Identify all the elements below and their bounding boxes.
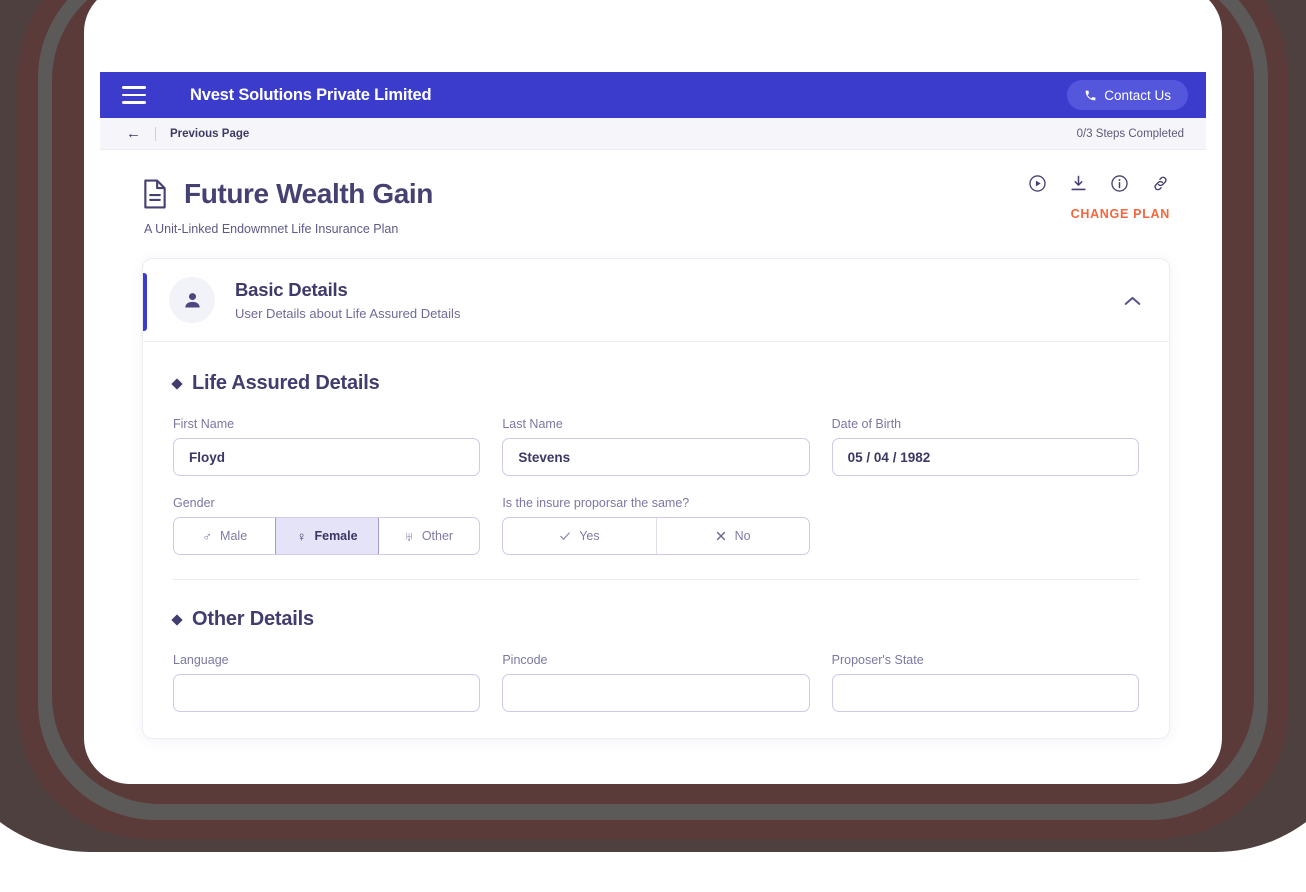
- insurer-same-field: Is the insure proporsar the same? Yes No: [502, 496, 810, 555]
- life-assured-group-label: Life Assured Details: [192, 372, 380, 394]
- phone-icon: [1085, 90, 1096, 100]
- insurer-same-option-yes-label: Yes: [579, 529, 600, 543]
- diamond-bullet-icon: [171, 613, 183, 626]
- gender-option-female-label: Female: [314, 529, 358, 543]
- device-shell: Nvest Solutions Private Limited Contact …: [84, 0, 1222, 784]
- gender-option-other[interactable]: ♅ Other: [378, 518, 479, 554]
- gender-option-female[interactable]: ♀ Female: [275, 518, 379, 554]
- first-name-label: First Name: [173, 417, 235, 431]
- section-subtitle: User Details about Life Assured Details: [235, 306, 461, 321]
- gender-insurer-row: Gender ♂ Male ♀ Female ♅ Other Is the in…: [173, 496, 1139, 555]
- pincode-label: Pincode: [502, 653, 548, 667]
- insurer-same-label: Is the insure proporsar the same?: [502, 496, 690, 510]
- download-icon[interactable]: [1069, 174, 1088, 193]
- plan-header: Future Wealth Gain A Unit-Linked Endowmn…: [100, 150, 1206, 236]
- pincode-field: Pincode: [502, 653, 810, 712]
- screenshot-stage: Nvest Solutions Private Limited Contact …: [0, 0, 1306, 892]
- app-screen: Nvest Solutions Private Limited Contact …: [100, 72, 1206, 770]
- gender-option-male-label: Male: [220, 529, 248, 543]
- gender-option-other-label: Other: [421, 529, 454, 543]
- plan-action-icons: [1028, 174, 1170, 193]
- insurer-same-option-no-label: No: [734, 529, 751, 543]
- gender-field: Gender ♂ Male ♀ Female ♅ Other: [173, 496, 481, 555]
- pincode-input[interactable]: [502, 674, 810, 712]
- link-icon[interactable]: [1151, 174, 1170, 193]
- other-details-group-title: Other Details: [171, 608, 1139, 631]
- steps-completed-status: 0/3 Steps Completed: [1076, 127, 1184, 140]
- venus-icon: ♀: [296, 528, 307, 544]
- other-details-group-label: Other Details: [192, 608, 314, 630]
- last-name-field: Last Name: [502, 417, 810, 476]
- avatar: [169, 277, 215, 323]
- insurer-same-option-yes[interactable]: Yes: [503, 518, 657, 554]
- play-circle-icon[interactable]: [1028, 174, 1047, 193]
- language-input[interactable]: [173, 674, 481, 712]
- insurer-same-segmented-control: Yes No: [502, 517, 810, 555]
- section-divider: [173, 579, 1139, 580]
- gender-label: Gender: [173, 496, 215, 510]
- date-of-birth-label: Date of Birth: [831, 417, 902, 431]
- mars-icon: ♂: [202, 528, 213, 544]
- language-field: Language: [173, 653, 481, 712]
- brand-title: Nvest Solutions Private Limited: [190, 85, 432, 104]
- plan-actions: CHANGE PLAN: [1028, 174, 1170, 221]
- date-of-birth-field: Date of Birth: [831, 417, 1139, 476]
- contact-us-label: Contact Us: [1104, 87, 1171, 103]
- life-assured-group-title: Life Assured Details: [171, 372, 1139, 395]
- diamond-bullet-icon: [171, 377, 183, 390]
- change-plan-button[interactable]: CHANGE PLAN: [1071, 207, 1170, 221]
- document-icon: [144, 179, 166, 209]
- name-dob-row: First Name Last Name Date of Birth: [173, 417, 1139, 476]
- proposer-state-input[interactable]: [831, 674, 1139, 712]
- breadcrumb-bar: ← Previous Page 0/3 Steps Completed: [100, 118, 1206, 150]
- check-icon: [560, 532, 571, 540]
- first-name-input[interactable]: [173, 438, 481, 476]
- basic-details-card-header[interactable]: Basic Details User Details about Life As…: [143, 259, 1169, 342]
- language-label: Language: [173, 653, 229, 667]
- chevron-up-icon[interactable]: [1118, 289, 1147, 312]
- section-title: Basic Details: [235, 279, 348, 300]
- insurer-same-option-no[interactable]: No: [657, 518, 809, 554]
- info-circle-icon[interactable]: [1110, 174, 1129, 193]
- last-name-input[interactable]: [502, 438, 810, 476]
- previous-page-link[interactable]: Previous Page: [170, 128, 249, 140]
- plan-subtitle: A Unit-Linked Endowmnet Life Insurance P…: [144, 222, 399, 236]
- proposer-state-field: Proposer's State: [831, 653, 1139, 712]
- hamburger-menu-icon[interactable]: [122, 86, 146, 104]
- gender-segmented-control: ♂ Male ♀ Female ♅ Other: [173, 517, 481, 555]
- plan-title-row: Future Wealth Gain: [142, 178, 1170, 210]
- basic-details-card-body: Life Assured Details First Name Last Nam…: [143, 342, 1169, 738]
- person-icon: [184, 292, 200, 307]
- date-of-birth-input[interactable]: [831, 438, 1139, 476]
- mars-venus-icon: ♅: [404, 528, 414, 544]
- breadcrumb-divider: [155, 126, 156, 141]
- first-name-field: First Name: [173, 417, 481, 476]
- basic-details-card: Basic Details User Details about Life As…: [142, 258, 1170, 739]
- contact-us-button[interactable]: Contact Us: [1067, 80, 1188, 110]
- app-header-bar: Nvest Solutions Private Limited Contact …: [100, 72, 1206, 118]
- gender-option-male[interactable]: ♂ Male: [174, 518, 277, 554]
- page-title: Future Wealth Gain: [184, 178, 433, 209]
- arrow-left-icon[interactable]: ←: [126, 126, 141, 141]
- proposer-state-label: Proposer's State: [831, 653, 924, 667]
- other-details-row: Language Pincode Proposer's State: [173, 653, 1139, 712]
- last-name-label: Last Name: [502, 417, 563, 431]
- section-accent-bar: [143, 273, 147, 331]
- close-icon: [716, 531, 725, 541]
- section-header-text: Basic Details User Details about Life As…: [235, 279, 460, 321]
